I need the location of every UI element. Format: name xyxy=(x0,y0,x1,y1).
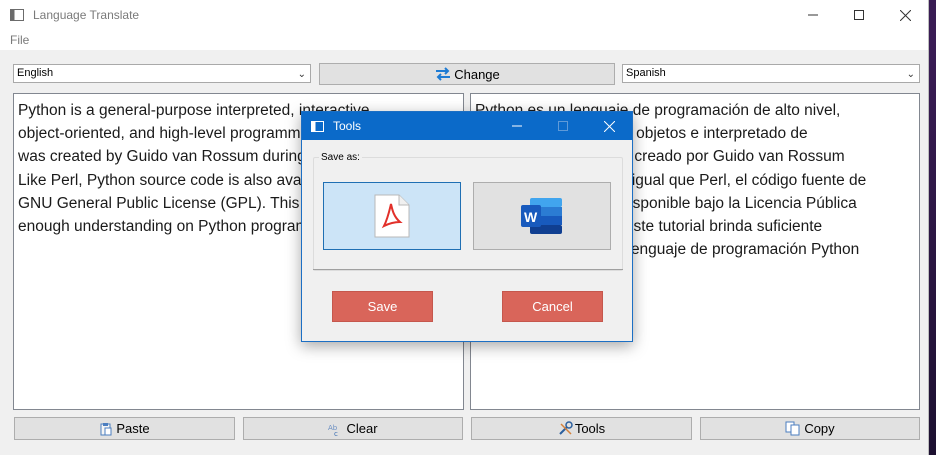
close-icon xyxy=(603,120,615,132)
tools-dialog: Tools Save as: W Save Cancel xyxy=(301,111,633,342)
word-icon: W xyxy=(521,198,562,234)
paste-button[interactable]: Paste xyxy=(14,417,235,440)
maximize-icon xyxy=(558,121,568,131)
minimize-icon xyxy=(808,14,818,16)
clear-label: Clear xyxy=(346,421,378,436)
paste-icon xyxy=(100,422,112,435)
dialog-title: Tools xyxy=(333,119,362,133)
clear-button[interactable]: Ab c Clear xyxy=(243,417,463,440)
title-bar[interactable]: Language Translate xyxy=(0,0,928,30)
close-button[interactable] xyxy=(882,0,928,30)
copy-icon xyxy=(785,421,800,436)
wrench-icon xyxy=(559,421,573,435)
dialog-minimize-button[interactable] xyxy=(494,112,540,140)
minimize-button[interactable] xyxy=(790,0,836,30)
swap-icon xyxy=(436,67,451,81)
dialog-title-bar[interactable]: Tools xyxy=(302,112,632,140)
svg-text:c: c xyxy=(334,430,338,436)
dialog-app-icon xyxy=(311,120,324,132)
save-button[interactable]: Save xyxy=(332,291,433,322)
change-button[interactable]: Change xyxy=(319,63,615,85)
source-language-select[interactable]: English ⌄ xyxy=(13,64,311,83)
save-as-label: Save as: xyxy=(319,152,362,163)
target-language-select[interactable]: Spanish ⌄ xyxy=(622,64,920,83)
dialog-maximize-button xyxy=(540,112,586,140)
copy-label: Copy xyxy=(804,421,835,436)
window-title: Language Translate xyxy=(33,8,140,22)
minimize-icon xyxy=(512,125,522,127)
chevron-down-icon: ⌄ xyxy=(906,69,915,80)
chevron-down-icon: ⌄ xyxy=(297,69,306,80)
dialog-close-button[interactable] xyxy=(586,112,632,140)
cancel-label: Cancel xyxy=(532,299,573,314)
change-label: Change xyxy=(454,66,500,82)
maximize-button[interactable] xyxy=(836,0,882,30)
save-pdf-button[interactable] xyxy=(323,182,461,250)
close-icon xyxy=(899,9,911,21)
language-toolbar: English ⌄ Change Spanish ⌄ xyxy=(0,62,929,86)
save-label: Save xyxy=(367,299,398,314)
cancel-button[interactable]: Cancel xyxy=(502,291,603,322)
app-icon xyxy=(10,9,24,21)
dialog-separator xyxy=(313,269,623,270)
tools-label: Tools xyxy=(574,421,606,436)
svg-text:W: W xyxy=(524,209,538,225)
target-language-value: Spanish xyxy=(626,67,666,79)
pdf-icon xyxy=(374,194,410,238)
maximize-icon xyxy=(854,10,864,20)
clear-text-icon: Ab c xyxy=(328,424,338,436)
menu-bar: File xyxy=(0,30,928,50)
tools-button[interactable]: Tools xyxy=(471,417,692,440)
save-word-button[interactable]: W xyxy=(473,182,611,250)
menu-file[interactable]: File xyxy=(10,33,29,47)
source-language-value: English xyxy=(17,67,54,79)
paste-label: Paste xyxy=(116,421,150,436)
copy-button[interactable]: Copy xyxy=(700,417,920,440)
